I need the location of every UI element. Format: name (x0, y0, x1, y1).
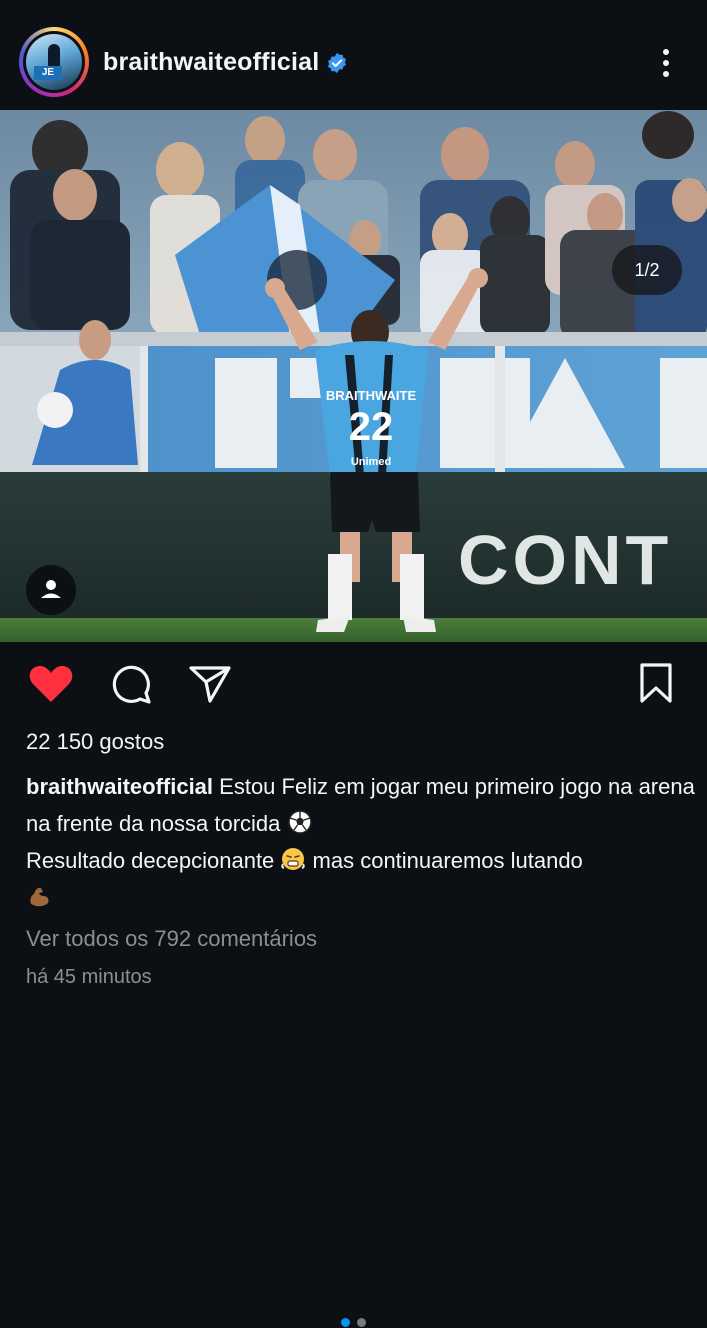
post-username[interactable]: braithwaiteofficial (103, 48, 319, 77)
board-text: CONT (458, 521, 672, 599)
avatar-badge: JE (34, 66, 62, 80)
player-name: BRAITHWAITE (326, 388, 417, 403)
post-actions (0, 642, 707, 1327)
send-icon[interactable] (188, 664, 232, 704)
bookmark-icon[interactable] (638, 662, 674, 704)
avatar[interactable]: JE (23, 31, 85, 93)
player-number: 22 (349, 405, 394, 449)
view-all-comments-link[interactable]: Ver todos os 792 comentários (26, 926, 317, 952)
carousel-counter: 1/2 (612, 245, 682, 295)
avatar-image: JE (26, 34, 82, 90)
heart-filled-icon[interactable] (28, 664, 74, 704)
comment-icon[interactable] (108, 662, 154, 708)
caption-username[interactable]: braithwaiteofficial (26, 774, 213, 799)
post-timestamp: há 45 minutos (26, 966, 152, 988)
tagged-people-button[interactable] (26, 565, 76, 615)
post-caption: braithwaiteofficial Estou Feliz em jogar… (26, 768, 696, 916)
flexed-biceps-icon (30, 887, 49, 907)
stadium-scene: CONT BRAITHWAITE 22 Unimed (0, 110, 707, 642)
carousel-dots (339, 1318, 369, 1328)
carousel-dot (357, 1318, 366, 1327)
story-ring[interactable]: JE (19, 27, 89, 97)
post-header: JE braithwaiteofficial (0, 0, 707, 110)
frustrated-face-icon (281, 848, 306, 870)
likes-count[interactable]: 22 150 gostos (26, 729, 164, 755)
post-photo[interactable]: CONT BRAITHWAITE 22 Unimed 1/2 (0, 110, 707, 642)
carousel-dot-active (341, 1318, 350, 1327)
soccer-ball-icon (287, 810, 312, 834)
shirt-sponsor: Unimed (351, 456, 391, 468)
person-tag-icon (41, 580, 61, 598)
caption-text-2: Resultado decepcionante (26, 848, 281, 873)
caption-text-3: mas continuaremos lutando (306, 848, 583, 873)
more-options-icon[interactable] (655, 45, 677, 81)
verified-badge-icon (327, 52, 347, 74)
